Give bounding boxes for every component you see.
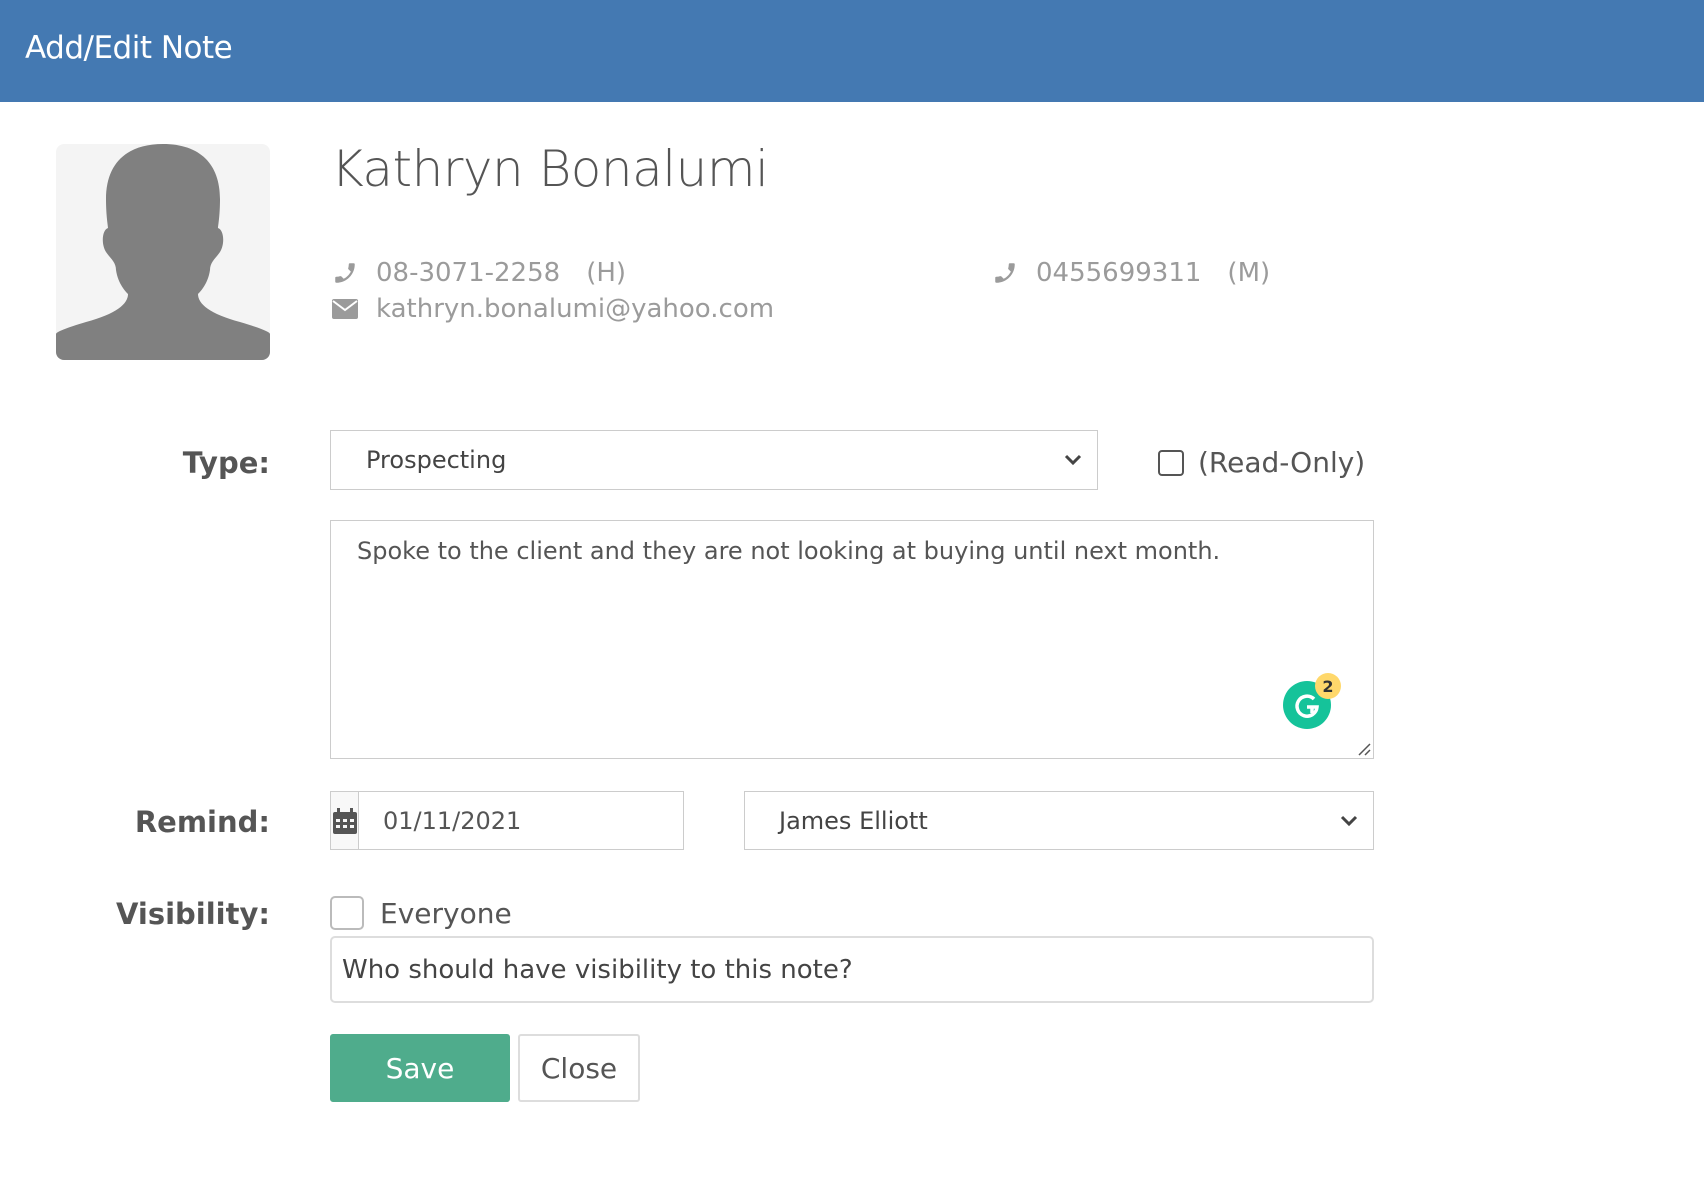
chevron-down-icon xyxy=(1335,807,1363,835)
note-text: Spoke to the client and they are not loo… xyxy=(357,537,1221,565)
resize-handle-icon[interactable] xyxy=(1355,740,1371,756)
home-phone-tag: (H) xyxy=(586,258,627,288)
chevron-down-icon xyxy=(1059,446,1087,474)
save-button[interactable]: Save xyxy=(330,1034,510,1102)
mobile-phone-tag: (M) xyxy=(1227,258,1271,288)
close-button[interactable]: Close xyxy=(518,1034,640,1102)
type-select[interactable]: Prospecting xyxy=(330,430,1098,490)
remind-date-input[interactable] xyxy=(359,792,683,849)
read-only-checkbox[interactable] xyxy=(1158,449,1184,476)
visibility-input[interactable] xyxy=(330,936,1374,1003)
everyone-checkbox[interactable] xyxy=(330,896,364,930)
read-only-label: (Read-Only) xyxy=(1198,446,1366,479)
remind-user-select[interactable]: James Elliott xyxy=(744,791,1374,850)
mobile-phone-row: 0455699311 (M) xyxy=(990,258,1270,288)
modal-header: Add/Edit Note xyxy=(0,0,1704,102)
home-phone-row: 08-3071-2258 (H) xyxy=(330,258,626,288)
remind-label: Remind: xyxy=(134,805,270,839)
grammarly-count-badge: 2 xyxy=(1315,673,1341,699)
everyone-option[interactable]: Everyone xyxy=(330,896,512,930)
envelope-icon xyxy=(330,294,360,324)
user-silhouette-icon xyxy=(56,144,270,360)
modal-title: Add/Edit Note xyxy=(25,30,233,66)
calendar-icon[interactable] xyxy=(331,792,359,849)
mobile-phone[interactable]: 0455699311 xyxy=(1036,258,1201,288)
everyone-label: Everyone xyxy=(380,896,512,930)
visibility-label: Visibility: xyxy=(115,897,270,931)
type-select-value: Prospecting xyxy=(366,446,507,474)
phone-icon xyxy=(990,258,1020,288)
remind-date-group xyxy=(330,791,684,850)
type-label: Type: xyxy=(182,446,270,480)
home-phone[interactable]: 08-3071-2258 xyxy=(376,258,560,288)
contact-name: Kathryn Bonalumi xyxy=(331,140,769,198)
note-textarea[interactable]: Spoke to the client and they are not loo… xyxy=(330,520,1374,759)
contact-email[interactable]: kathryn.bonalumi@yahoo.com xyxy=(376,294,774,324)
phone-icon xyxy=(330,258,360,288)
remind-user-value: James Elliott xyxy=(779,806,928,835)
email-row: kathryn.bonalumi@yahoo.com xyxy=(330,294,774,324)
read-only-option[interactable]: (Read-Only) xyxy=(1158,446,1365,479)
contact-avatar xyxy=(56,144,270,360)
